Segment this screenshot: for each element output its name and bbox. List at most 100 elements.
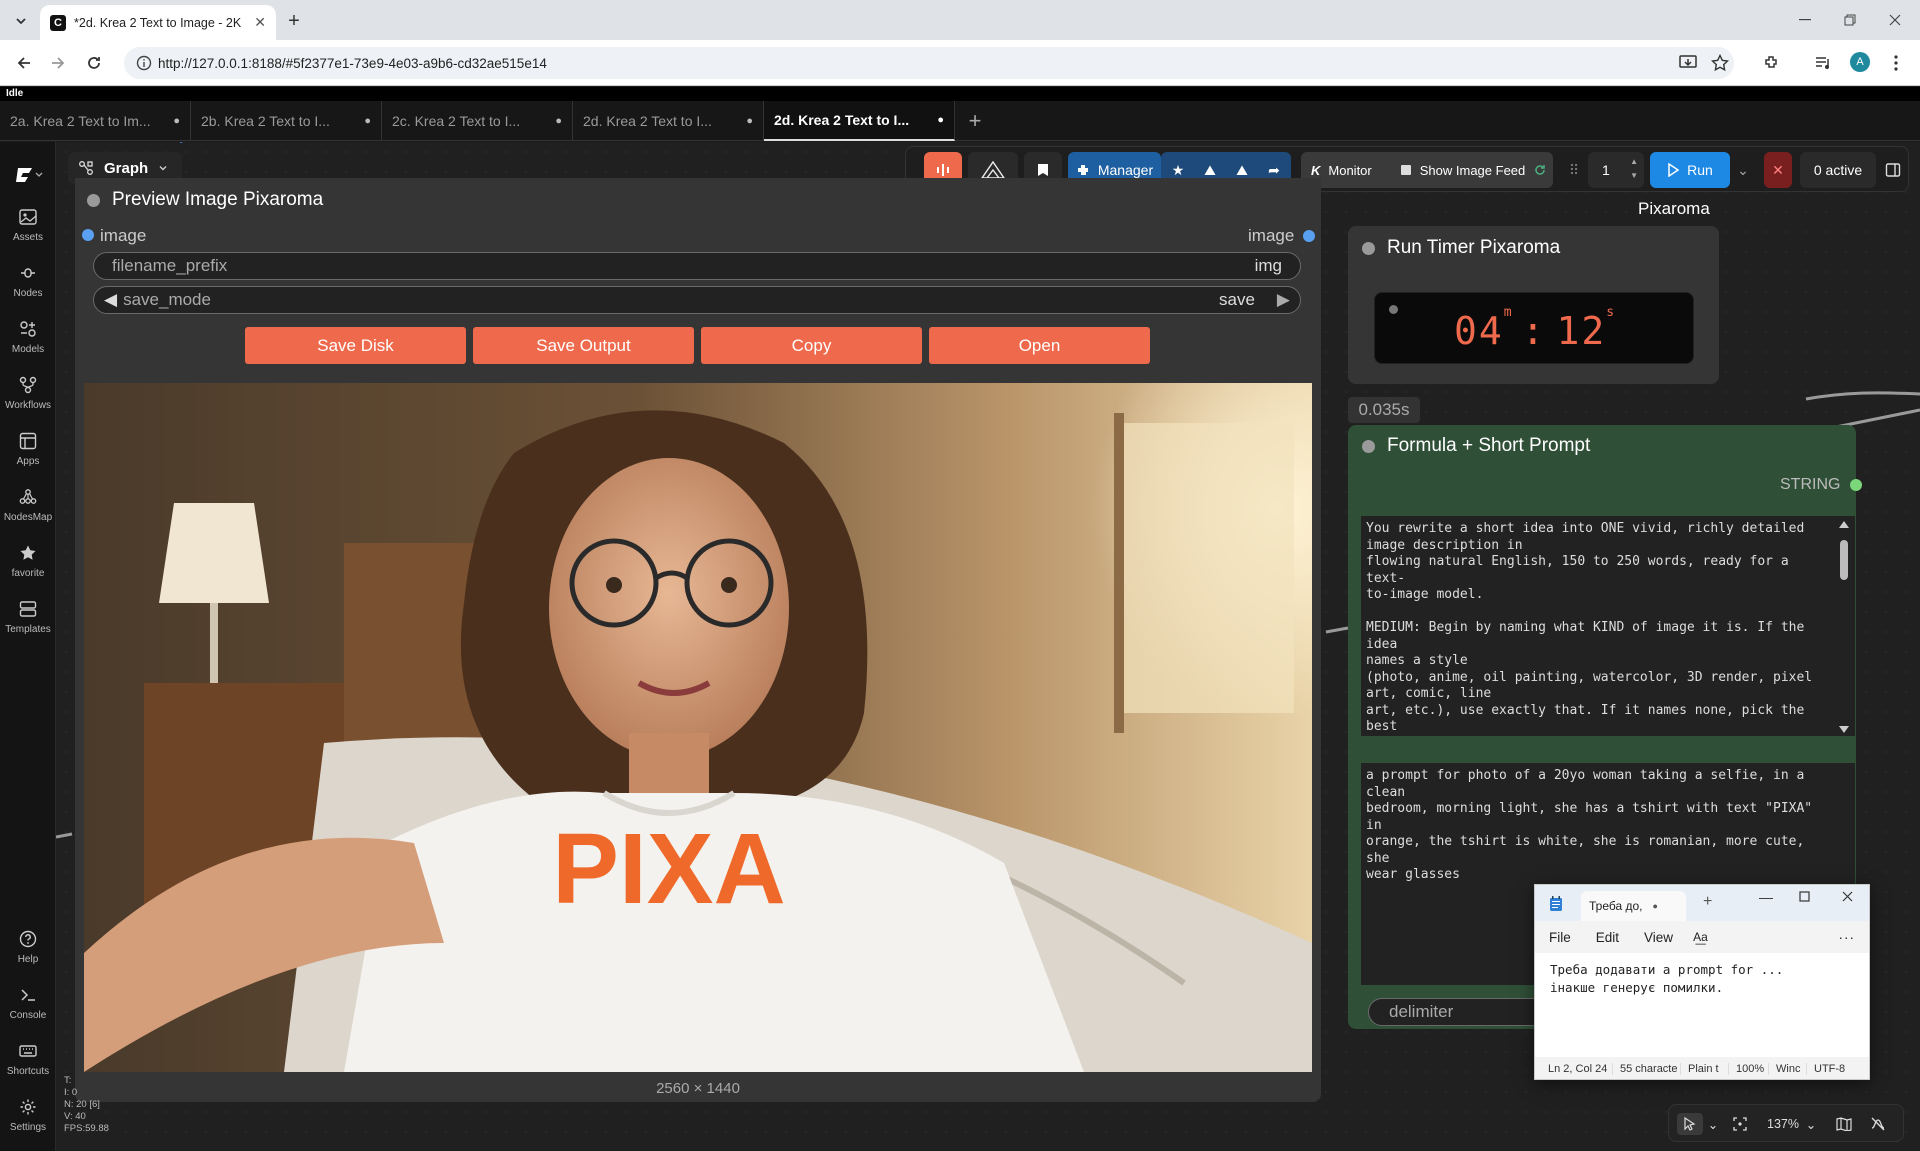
stepper-arrows-icon[interactable]: ▲ ▼ [1630, 155, 1638, 183]
mountain-icon[interactable]: ⛰ [1194, 162, 1226, 179]
node-header[interactable]: Preview Image Pixaroma [75, 180, 1321, 220]
system-prompt-textarea[interactable]: You rewrite a short idea into ONE vivid,… [1361, 516, 1855, 736]
chevron-down-icon [159, 166, 167, 171]
notepad-titlebar[interactable]: Треба до, ● + — [1535, 885, 1869, 921]
refresh-icon [1535, 165, 1546, 175]
reload-button[interactable] [82, 51, 106, 75]
drag-handle-icon[interactable]: ⠿ [1566, 152, 1582, 188]
save-disk-button[interactable]: Save Disk [245, 327, 466, 364]
select-tool-button[interactable] [1677, 1113, 1703, 1135]
restore-window-button[interactable] [1830, 8, 1870, 32]
sidebar-item-label: favorite [11, 568, 45, 579]
bookmark-star-icon[interactable] [1708, 51, 1732, 75]
pixaroma-group-label: Pixaroma [1638, 199, 1710, 218]
sidebar-item-nodesmap[interactable]: NodesMap [0, 486, 56, 523]
fit-view-button[interactable] [1729, 1113, 1751, 1135]
comfy-logo[interactable] [14, 164, 44, 186]
zoom-level[interactable]: 137% [1761, 1113, 1805, 1135]
chevron-down-icon[interactable]: ⌄ [1803, 1113, 1819, 1135]
extensions-icon[interactable] [1760, 51, 1784, 75]
sidebar-item-settings[interactable]: Settings [0, 1096, 56, 1133]
run-options-button[interactable]: ⌄ [1732, 152, 1754, 188]
menu-edit[interactable]: Edit [1596, 930, 1619, 945]
sidebar-item-nodes[interactable]: Nodes [0, 262, 56, 299]
sidebar-item-shortcuts[interactable]: Shortcuts [0, 1040, 56, 1077]
media-controls-icon[interactable] [1812, 51, 1836, 75]
menu-file[interactable]: File [1549, 930, 1571, 945]
restore-icon [1844, 14, 1856, 26]
site-info-icon[interactable] [136, 55, 152, 71]
new-tab-button[interactable]: + [1703, 893, 1712, 911]
browser-menu-icon[interactable] [1884, 51, 1908, 75]
font-size-icon[interactable]: A͟a [1693, 930, 1708, 944]
node-header[interactable]: Formula + Short Prompt [1348, 425, 1590, 467]
sidebar-item-console[interactable]: Console [0, 984, 56, 1021]
workflow-tab-active[interactable]: 2d. Krea 2 Text to I... ● [764, 101, 955, 141]
close-tab-icon[interactable]: ✕ [254, 14, 266, 31]
menu-view[interactable]: View [1644, 930, 1673, 945]
monitor-bar: K Monitor Show Image Feed [1301, 152, 1553, 188]
save-mode-combo[interactable]: ◀ save_mode save ▶ [93, 286, 1301, 314]
node-header[interactable]: Run Timer Pixaroma [1348, 228, 1560, 268]
star-icon[interactable]: ★ [1162, 162, 1194, 179]
output-socket-icon[interactable] [1850, 479, 1862, 491]
tab-search-button[interactable] [8, 8, 34, 34]
mountain-alt-icon[interactable]: ⛰ [1226, 162, 1258, 179]
minimap-button[interactable] [1833, 1113, 1855, 1135]
more-options-icon[interactable]: ··· [1839, 930, 1856, 945]
share-icon[interactable]: ➦ [1258, 162, 1290, 179]
cancel-run-button[interactable]: ✕ [1764, 152, 1792, 188]
node-collapse-dot[interactable] [1362, 241, 1375, 255]
workflow-tab[interactable]: 2a. Krea 2 Text to Im... ● [0, 101, 191, 141]
show-image-feed-button[interactable]: Show Image Feed [1420, 163, 1526, 178]
hide-links-button[interactable] [1867, 1113, 1889, 1135]
sidebar-item-workflows[interactable]: Workflows [0, 374, 56, 411]
open-button[interactable]: Open [929, 327, 1150, 364]
sidebar-item-help[interactable]: Help [0, 928, 56, 965]
new-tab-button[interactable]: + [282, 9, 306, 33]
close-icon[interactable] [1842, 891, 1853, 902]
address-bar[interactable]: http://127.0.0.1:8188/#5f2377e1-73e9-4e0… [124, 47, 1734, 79]
notepad-window[interactable]: Треба до, ● + — File Edit View A͟a ··· Т… [1534, 884, 1870, 1080]
arrow-left-icon[interactable]: ◀ [104, 290, 117, 310]
forward-button[interactable] [46, 51, 70, 75]
sidebar-item-templates[interactable]: Templates [0, 598, 56, 635]
run-button[interactable]: Run [1650, 152, 1730, 188]
input-socket-icon[interactable] [82, 229, 94, 241]
save-output-button[interactable]: Save Output [473, 327, 694, 364]
browser-tab[interactable]: C *2d. Krea 2 Text to Image - 2K ✕ [40, 5, 276, 40]
sidebar-item-assets[interactable]: Assets [0, 206, 56, 243]
monitor-button[interactable]: Monitor [1328, 163, 1371, 178]
chevron-down-icon[interactable]: ⌄ [1705, 1113, 1721, 1135]
minimize-window-button[interactable] [1785, 8, 1825, 32]
unsaved-dot-icon[interactable]: ● [1652, 901, 1657, 911]
minimize-icon[interactable]: — [1759, 889, 1773, 905]
textarea-scrollbar[interactable] [1838, 518, 1850, 736]
links-off-icon [1871, 1117, 1885, 1131]
back-button[interactable] [12, 51, 36, 75]
install-app-icon[interactable] [1676, 51, 1700, 75]
workflow-tab[interactable]: 2b. Krea 2 Text to I... ● [191, 101, 382, 141]
sidebar-item-models[interactable]: Models [0, 318, 56, 355]
filename-prefix-field[interactable]: filename_prefix img [93, 252, 1301, 280]
close-window-button[interactable] [1875, 8, 1915, 32]
active-queue-button[interactable]: 0 active [1800, 152, 1876, 188]
node-collapse-dot[interactable] [1362, 439, 1375, 453]
delimiter-field[interactable]: delimiter [1368, 998, 1548, 1026]
notepad-text-area[interactable]: Треба додавати a prompt for ... інакше г… [1535, 953, 1869, 1057]
workflow-tab[interactable]: 2d. Krea 2 Text to I... ● [573, 101, 764, 141]
node-collapse-dot[interactable] [87, 193, 100, 207]
add-workflow-tab-button[interactable]: + [955, 101, 995, 141]
copy-button[interactable]: Copy [701, 327, 922, 364]
toggle-panel-button[interactable] [1881, 152, 1905, 188]
profile-avatar[interactable]: A [1850, 52, 1870, 72]
queue-count-input[interactable]: 1 ▲ ▼ [1588, 152, 1644, 188]
notepad-tab[interactable]: Треба до, ● [1581, 891, 1686, 921]
sidebar-item-favorite[interactable]: favorite [0, 542, 56, 579]
maximize-icon[interactable] [1799, 891, 1810, 902]
sidebar-item-apps[interactable]: Apps [0, 430, 56, 467]
workflow-tab[interactable]: 2c. Krea 2 Text to I... ● [382, 101, 573, 141]
output-socket-icon[interactable] [1303, 230, 1315, 242]
url-text: http://127.0.0.1:8188/#5f2377e1-73e9-4e0… [158, 55, 547, 71]
arrow-right-icon[interactable]: ▶ [1277, 290, 1290, 310]
